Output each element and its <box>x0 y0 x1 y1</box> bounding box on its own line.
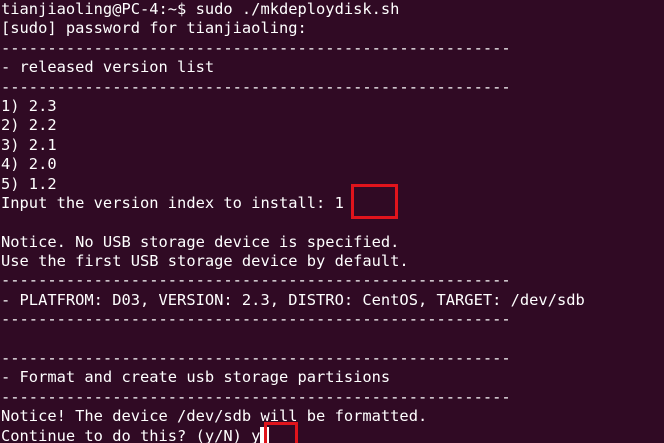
separator-line: ----------------------------------------… <box>1 38 511 57</box>
separator-line: ----------------------------------------… <box>1 310 511 329</box>
version-option: 5) 1.2 <box>1 174 57 193</box>
version-option: 4) 2.0 <box>1 155 57 174</box>
version-index-input-line: Input the version index to install: 1 <box>1 193 344 212</box>
separator-line: ----------------------------------------… <box>1 77 511 96</box>
separator-line: ----------------------------------------… <box>1 271 511 290</box>
version-option: 3) 2.1 <box>1 135 57 154</box>
terminal-window[interactable]: tianjiaoling@PC-4:~$ sudo ./mkdeploydisk… <box>0 0 664 443</box>
version-list-heading: - released version list <box>1 58 215 77</box>
version-option: 2) 2.2 <box>1 116 57 135</box>
continue-confirm-line[interactable]: Continue to do this? (y/N) y <box>1 426 664 443</box>
continue-confirm-text: Continue to do this? (y/N) y <box>1 426 261 443</box>
format-notice-line: Notice! The device /dev/sdb will be form… <box>1 407 428 426</box>
prompt-line: tianjiaoling@PC-4:~$ sudo ./mkdeploydisk… <box>1 0 400 18</box>
sudo-password-line: [sudo] password for tianjiaoling: <box>1 19 307 38</box>
notice-no-usb-line: Notice. No USB storage device is specifi… <box>1 232 400 251</box>
notice-default-usb-line: Use the first USB storage device by defa… <box>1 252 409 271</box>
format-heading-line: - Format and create usb storage partisio… <box>1 368 391 387</box>
separator-line: ----------------------------------------… <box>1 387 511 406</box>
platform-info-line: - PLATFROM: D03, VERSION: 2.3, DISTRO: C… <box>1 290 585 309</box>
version-option: 1) 2.3 <box>1 96 57 115</box>
terminal-cursor <box>260 426 270 443</box>
separator-line: ----------------------------------------… <box>1 349 511 368</box>
